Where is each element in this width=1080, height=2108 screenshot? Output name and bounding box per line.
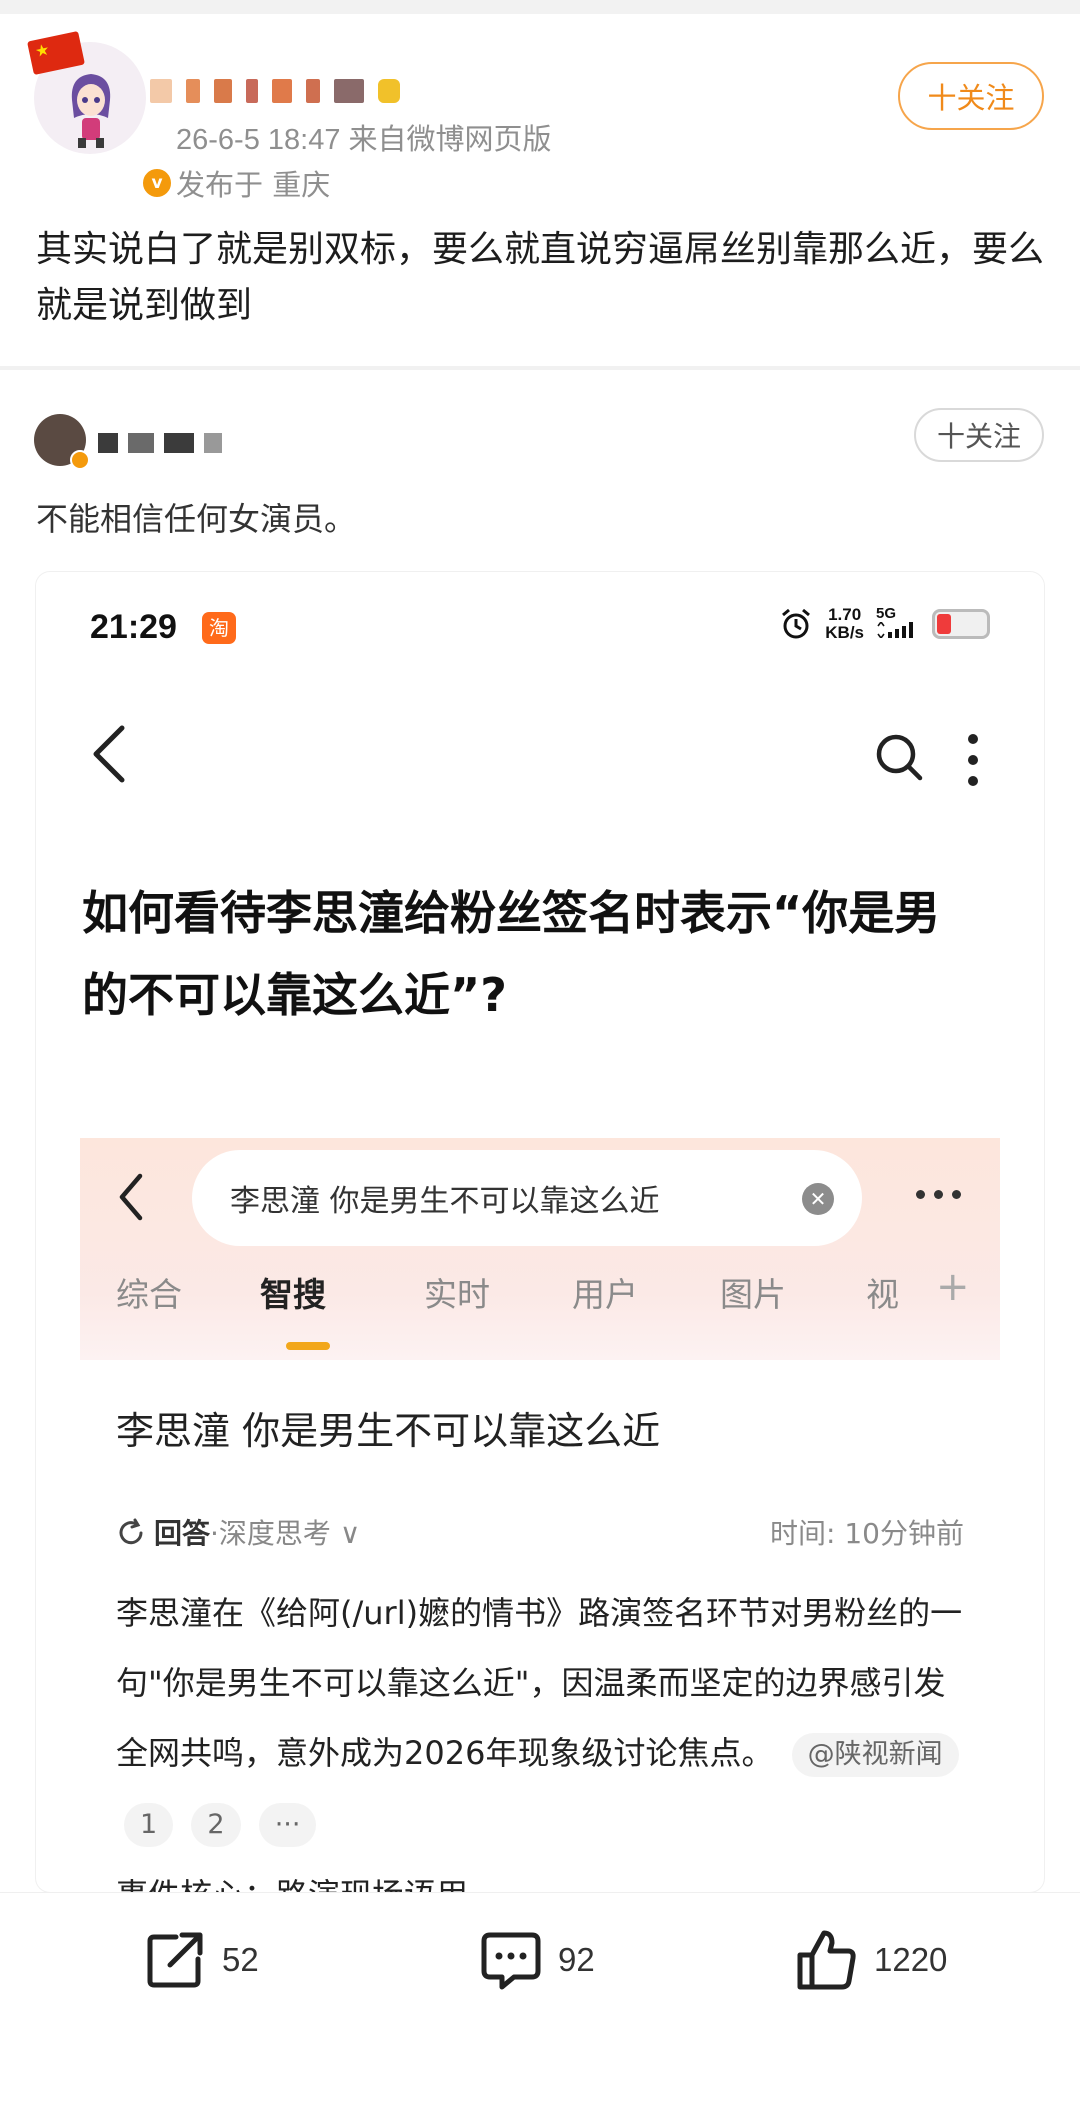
embedded-screenshot-image[interactable]: 21:29 淘 1.70 KB/s 5G 如何看待李思潼给粉丝签名时表示“你是男… [36,572,1044,1892]
network-type: 5G [876,606,920,642]
author-name-redacted [150,68,480,114]
tab-smart-search[interactable]: 智搜 [260,1268,326,1316]
active-tab-indicator [286,1342,330,1350]
like-button[interactable]: 1220 [794,1927,947,1993]
battery-icon [932,609,990,639]
action-bar: 52 92 1220 [0,1892,1080,2108]
verified-badge-icon: v [140,166,174,200]
signal-bars-icon [877,620,913,640]
tab-images[interactable]: 图片 [720,1268,786,1316]
like-count: 1220 [874,1941,948,1978]
section-divider [0,366,1080,370]
search-input[interactable]: 李思潼 你是男生不可以靠这么近 ✕ [192,1150,862,1246]
post-body-text: 其实说白了就是别双标，要么就直说穷逼屌丝别靠那么近，要么就是说到做到 [36,229,1045,326]
status-bar-right: 1.70 KB/s 5G [779,606,990,642]
answer-mode-label[interactable]: 回答·深度思考 ∨ [154,1512,360,1552]
reference-chip[interactable]: 1 [124,1803,174,1847]
post-location: 发布于 重庆 [176,168,331,202]
add-tab-icon[interactable]: + [936,1264,970,1310]
answer-body: 李思潼在《给阿(/url)嬷的情书》路演签名环节对男粉丝的一句"你是男生不可以靠… [116,1578,966,1858]
status-bar-time: 21:29 [90,608,177,646]
tab-realtime[interactable]: 实时 [424,1268,490,1316]
thumbs-up-icon [797,1930,856,1990]
repost-author-avatar[interactable] [34,414,90,470]
top-divider [0,0,1080,14]
search-icon[interactable] [874,732,924,782]
nested-search-screenshot: 李思潼 你是男生不可以靠这么近 ✕ 综合 智搜 实时 用户 图片 视 + 李思潼… [80,1138,1000,1892]
search-tabs: 综合 智搜 实时 用户 图片 视 [80,1268,1000,1338]
post-timestamp-source: 26-6-5 18:47 来自微博网页版 [176,124,552,156]
follow-button[interactable]: 十关注 [898,62,1044,130]
search-query: 李思潼 你是男生不可以靠这么近 [230,1184,660,1219]
china-flag-icon [27,30,85,76]
cut-off-text: 事件核心：路演现场语用 [116,1870,468,1892]
repost-button[interactable]: 52 [142,1927,259,1993]
source-chip[interactable]: @陕视新闻 [791,1733,959,1777]
back-arrow-icon[interactable] [116,1172,146,1222]
more-references-chip[interactable]: ··· [258,1803,317,1847]
taobao-notification-icon: 淘 [202,612,236,644]
tab-video[interactable]: 视 [866,1268,899,1316]
verified-badge-icon [70,450,90,470]
alarm-icon [782,608,811,639]
more-options-icon[interactable] [916,1190,961,1199]
refresh-icon [119,1518,143,1545]
reference-chip[interactable]: 2 [191,1803,241,1847]
weibo-post-page: v 26-6-5 18:47 来自微博网页版 发布于 重庆 十关注 其实说白了就… [0,0,1080,2108]
back-arrow-icon[interactable] [86,722,130,786]
clear-search-icon[interactable]: ✕ [802,1183,834,1215]
repost-count: 52 [222,1941,259,1978]
comment-count: 92 [558,1941,595,1978]
more-options-icon[interactable] [966,734,980,786]
repost-author-name-redacted [98,420,268,466]
comment-icon [481,1932,541,1990]
comment-button[interactable]: 92 [478,1927,595,1993]
answer-time: 时间: 10分钟前 [770,1517,964,1550]
question-title: 如何看待李思潼给粉丝签名时表示“你是男的不可以靠这么近”? [82,886,941,1022]
anime-avatar-icon [71,74,111,148]
author-avatar[interactable]: v [27,30,174,200]
tab-users[interactable]: 用户 [572,1268,638,1316]
repost-follow-button[interactable]: 十关注 [914,408,1044,462]
result-title: 李思潼 你是男生不可以靠这么近 [116,1409,661,1453]
network-speed: 1.70 KB/s [825,605,864,642]
share-icon [147,1932,203,1988]
repost-body-text: 不能相信任何女演员。 [36,500,357,538]
tab-comprehensive[interactable]: 综合 [116,1268,182,1316]
